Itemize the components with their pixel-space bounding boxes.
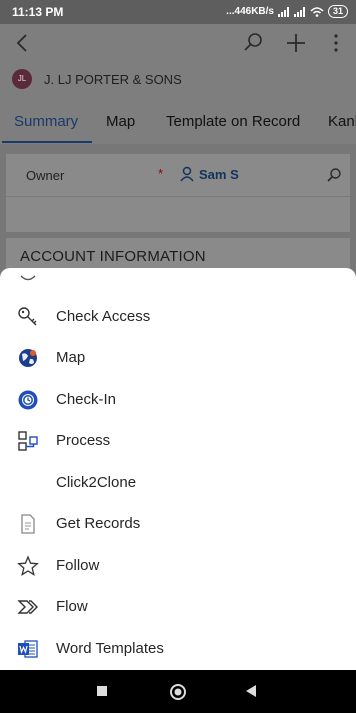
home-circle-icon[interactable]: [169, 683, 187, 701]
record-title: J. LJ PORTER & SONS: [44, 72, 182, 87]
menu-item-get-records[interactable]: Get Records: [0, 504, 356, 545]
menu-item-flow[interactable]: Flow: [0, 587, 356, 628]
owner-field: Owner * Sam S: [6, 154, 350, 197]
back-triangle-icon[interactable]: [244, 684, 258, 698]
menu-item-click2clone[interactable]: Click2Clone: [0, 463, 356, 504]
tab-summary[interactable]: Summary: [14, 113, 78, 130]
menu-item-label: Process: [56, 432, 111, 449]
menu-item-process[interactable]: Process: [0, 421, 356, 462]
key-icon: [18, 307, 37, 326]
tab-map[interactable]: Map: [106, 113, 135, 130]
menu-item-label: Flow: [56, 598, 88, 615]
tab-kanban[interactable]: Kanb: [328, 113, 356, 130]
back-arrow-icon[interactable]: [10, 30, 36, 56]
menu-item-label: Follow: [56, 557, 100, 574]
app-bar: [0, 24, 356, 62]
menu-item-word-templates[interactable]: Word Templates: [0, 629, 356, 670]
owner-label: Owner: [26, 168, 65, 183]
partial-item-icon: [20, 275, 36, 281]
record-header: JL J. LJ PORTER & SONS: [0, 62, 356, 96]
add-icon[interactable]: [283, 30, 309, 56]
star-icon: [17, 555, 39, 576]
word-icon: [18, 640, 38, 658]
menu-item-label: Word Templates: [56, 640, 164, 657]
network-speed: ...446KB/s: [226, 6, 274, 17]
owner-value[interactable]: Sam S: [199, 167, 239, 182]
more-commands-sheet: Check Access Map Check-In Process Click2…: [0, 268, 356, 670]
menu-item-label: Click2Clone: [56, 474, 137, 491]
required-mark: *: [158, 166, 164, 181]
active-tab-indicator: [2, 141, 92, 143]
person-icon: [180, 166, 194, 182]
owner-lookup[interactable]: Sam S: [180, 166, 239, 182]
status-time: 11:13 PM: [12, 5, 64, 19]
wifi-icon: [310, 6, 324, 17]
document-icon: [21, 514, 35, 534]
menu-item-check-in[interactable]: Check-In: [0, 380, 356, 421]
tab-bar: Summary Map Template on Record Kanb: [0, 96, 356, 144]
menu-item-check-access[interactable]: Check Access: [0, 297, 356, 338]
menu-item-follow[interactable]: Follow: [0, 546, 356, 587]
more-vertical-icon[interactable]: [323, 30, 349, 56]
recents-square-icon[interactable]: [96, 685, 108, 697]
menu-item-label: Check Access: [56, 308, 151, 325]
lookup-search-icon[interactable]: [326, 167, 342, 183]
signal-icon-2: [293, 6, 305, 17]
status-icons: ...446KB/s 31: [226, 5, 348, 18]
section-title: ACCOUNT INFORMATION: [20, 248, 206, 265]
tab-template-on-record[interactable]: Template on Record: [166, 113, 300, 130]
globe-icon: [19, 349, 37, 367]
flow-icon: [17, 600, 38, 614]
avatar: JL: [12, 69, 32, 89]
checkin-icon: [18, 390, 38, 410]
battery-icon: 31: [327, 5, 348, 18]
status-bar: 11:13 PM ...446KB/s 31: [0, 0, 356, 24]
menu-item-label: Get Records: [56, 515, 141, 532]
menu-item-map[interactable]: Map: [0, 338, 356, 379]
owner-card: Owner * Sam S: [6, 154, 350, 232]
system-navigation-bar: [0, 670, 356, 713]
process-icon: [18, 431, 38, 451]
menu-item-label: Check-In: [56, 391, 117, 408]
form-content: Owner * Sam S ACCOUNT INFORMATION: [0, 144, 356, 278]
signal-icon: [277, 6, 289, 17]
menu-item-label: Map: [56, 349, 86, 366]
search-icon[interactable]: [240, 30, 266, 56]
